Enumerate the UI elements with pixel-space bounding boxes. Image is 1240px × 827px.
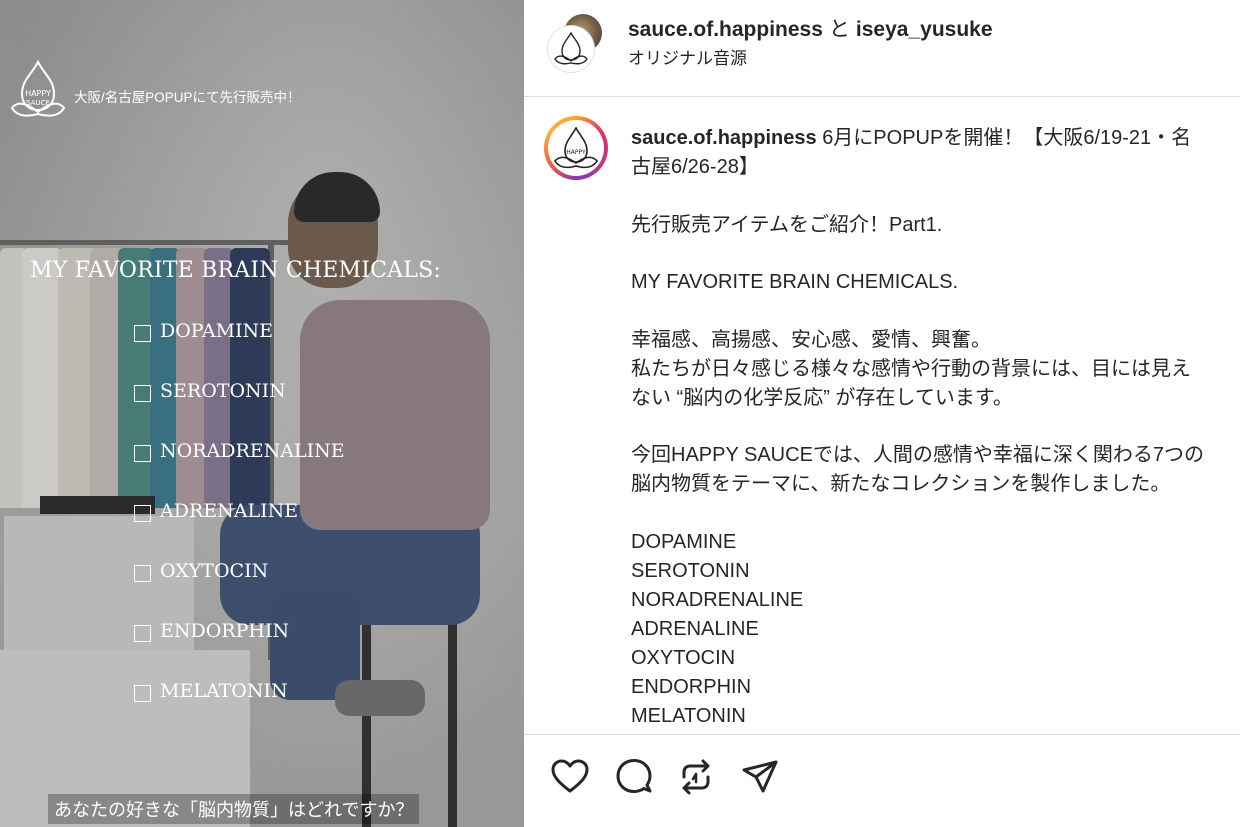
checkbox-icon [134,625,151,642]
brand-logo-icon [554,31,588,65]
checklist-label: SEROTONIN [160,380,286,402]
checklist-label: ADRENALINE [160,500,299,522]
author-username[interactable]: sauce.of.happiness [628,18,823,41]
brand-logo-icon: HAPPY [554,126,598,169]
conjunction: と [828,18,850,41]
popup-announcement: 大阪/名古屋POPUPにて先行販売中！ [74,90,301,105]
caption-text: 6月にPOPUPを開催！【大阪6/19-21・名 [822,127,1192,149]
collaborator-username[interactable]: iseya_yusuke [856,18,993,41]
checklist-label: OXYTOCIN [160,560,269,582]
checklist-label: MELATONIN [160,680,288,702]
share-icon[interactable] [740,757,780,797]
chemical-item: MELATONIN [631,704,746,727]
caption-text: 先行販売アイテムをご紹介！Part1. [631,213,943,236]
caption-text: ない “脳内の化学反応” が存在しています。 [631,386,1013,409]
post-header: sauce.of.happiness と iseya_yusuke オリジナル音源 [524,0,1240,97]
checkbox-icon [134,445,151,462]
checkbox-icon [134,505,151,522]
comment-icon[interactable] [614,757,654,797]
chemical-item: ENDORPHIN [631,675,752,698]
repost-icon[interactable] [676,757,716,797]
svg-text:HAPPY: HAPPY [25,89,51,98]
post-caption: sauce.of.happiness 6月にPOPUPを開催！【大阪6/19-2… [631,124,1240,731]
chemical-item: OXYTOCIN [631,646,736,669]
post-panel: sauce.of.happiness と iseya_yusuke オリジナル音源 … [524,0,1240,827]
chemical-item: NORADRENALINE [631,588,804,611]
brand-logo-icon: HAPPY SAUCE [10,60,66,117]
checklist-item: ENDORPHIN [134,620,345,680]
checkbox-icon [134,685,151,702]
checkbox-icon [134,565,151,582]
svg-text:SAUCE: SAUCE [26,99,50,107]
caption-text: 私たちが日々感じる様々な感情や行動の背景には、目には見え [631,357,1191,380]
caption-username[interactable]: sauce.of.happiness [631,127,817,149]
author-avatar[interactable] [548,26,594,72]
reel-image[interactable]: HAPPY SAUCE 大阪/名古屋POPUPにて先行販売中！ MY FAVOR… [0,0,524,827]
caption-text: 脳内物質をテーマに、新たなコレクションを製作しました。 [631,473,1171,495]
audio-link[interactable]: オリジナル音源 [628,44,747,69]
checkbox-icon [134,385,151,402]
checklist-label: DOPAMINE [160,320,274,342]
caption-text: 今回HAPPY SAUCEでは、人間の感情や幸福に深く関わる7つの [631,444,1205,466]
caption-text: MY FAVORITE BRAIN CHEMICALS. [631,271,959,293]
chemical-item: SEROTONIN [631,559,750,582]
collab-usernames: sauce.of.happiness と iseya_yusuke [628,13,993,43]
avatar-inner: HAPPY [548,120,604,176]
checklist-item: DOPAMINE [134,320,345,380]
post-author-avatar[interactable]: HAPPY [544,116,608,180]
checklist-item: MELATONIN [134,680,345,740]
checkbox-icon [134,325,151,342]
checklist-item: NORADRENALINE [134,440,345,500]
heart-icon[interactable] [550,757,590,797]
svg-text:HAPPY: HAPPY [566,149,586,156]
chemical-item: ADRENALINE [631,617,759,640]
image-caption: あなたの好きな「脳内物質」はどれですか？ [48,794,420,824]
caption-text: 古屋6/26-28】 [631,156,759,178]
checklist-label: ENDORPHIN [160,620,290,642]
chemical-item: DOPAMINE [631,530,737,553]
overlay-title: MY FAVORITE BRAIN CHEMICALS: [30,258,441,283]
checklist-item: SEROTONIN [134,380,345,440]
checklist-label: NORADRENALINE [160,440,345,462]
action-bar [524,734,1240,827]
caption-text: 幸福感、高揚感、安心感、愛情、興奮。 [631,328,991,351]
chemical-checklist: DOPAMINE SEROTONIN NORADRENALINE ADRENAL… [134,320,345,740]
checklist-item: OXYTOCIN [134,560,345,620]
checklist-item: ADRENALINE [134,500,345,560]
